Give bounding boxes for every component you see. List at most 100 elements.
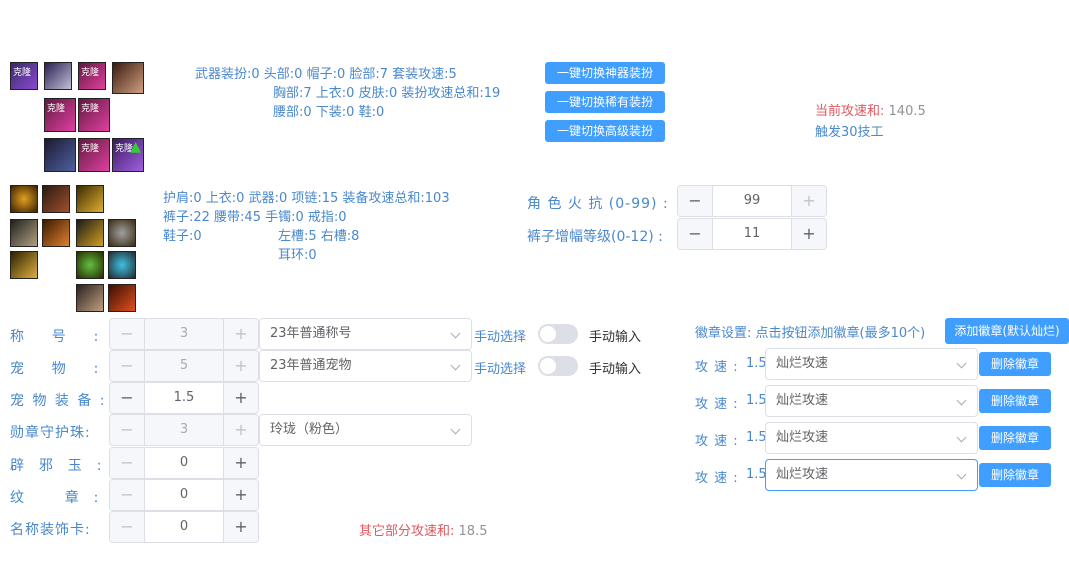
pet-equip-decrease-button[interactable]: − xyxy=(110,383,145,413)
costume-top-icon[interactable]: 克隆 xyxy=(78,98,110,132)
emblem-type-select-value: 灿烂攻速 xyxy=(776,393,829,408)
costume-shoes-icon[interactable]: 克隆 ▲ xyxy=(112,138,144,172)
remove-emblem-button[interactable]: 删除徽章 xyxy=(979,426,1051,450)
emblem-type-select-value: 灿烂攻速 xyxy=(776,356,829,371)
costume-weapon-icon[interactable]: 克隆 xyxy=(10,62,38,90)
equip-bracelet-icon[interactable] xyxy=(76,219,104,247)
title-decrease-button: − xyxy=(110,319,145,349)
medal-gem-value: 3 xyxy=(179,422,189,437)
pet-select-value: 23年普通宠物 xyxy=(270,358,352,373)
pants-amplify-stepper[interactable]: − 11 + xyxy=(677,218,827,250)
jade-stepper[interactable]: − 0 + xyxy=(109,447,259,479)
equip-earring2-icon[interactable] xyxy=(108,284,136,312)
emblem-stepper[interactable]: − 0 + xyxy=(109,479,259,511)
medal-gem-increase-button: + xyxy=(223,415,258,445)
equip-belt-icon[interactable] xyxy=(42,219,70,247)
toggle-knob xyxy=(540,326,556,342)
current-attack-speed-value: 140.5 xyxy=(888,104,926,119)
pet-equip-stepper[interactable]: − 1.5 + xyxy=(109,382,259,414)
medal-gem-stepper: − 3 + xyxy=(109,414,259,446)
fire-resist-increase-button[interactable]: + xyxy=(791,186,826,216)
switch-advanced-costume-button[interactable]: 一键切换高级装扮 xyxy=(545,120,665,142)
emblem-value[interactable]: 0 xyxy=(144,480,224,510)
equip-top-icon[interactable] xyxy=(42,185,70,213)
equip-weapon-icon[interactable] xyxy=(76,185,104,213)
title-manual-select-label: 手动选择 xyxy=(474,330,527,345)
equip-ring-icon[interactable] xyxy=(108,219,136,247)
costume-hat-icon[interactable]: 克隆 xyxy=(78,62,106,90)
pet-manual-toggle[interactable] xyxy=(538,356,578,376)
chevron-down-icon xyxy=(450,328,461,339)
remove-emblem-button[interactable]: 删除徽章 xyxy=(979,352,1051,376)
pants-amplify-value[interactable]: 11 xyxy=(712,219,792,249)
costume-head-icon[interactable] xyxy=(44,62,72,90)
costume-chest-icon[interactable]: 克隆 xyxy=(44,98,76,132)
medal-gem-label: 勋章守护珠: xyxy=(10,425,91,441)
pants-amplify-increase-button[interactable]: + xyxy=(791,219,826,249)
equip-left-slot-icon[interactable] xyxy=(76,251,104,279)
equip-pants-icon[interactable] xyxy=(10,219,38,247)
costume-stats-line2: 胸部:7 上衣:0 皮肤:0 装扮攻速总和:19 xyxy=(273,86,501,101)
chevron-down-icon xyxy=(956,395,967,406)
title-manual-toggle[interactable] xyxy=(538,324,578,344)
emblem-settings-label: 徽章设置: 点击按钮添加徽章(最多10个) xyxy=(695,326,926,341)
emblem-decrease-button[interactable]: − xyxy=(110,480,145,510)
upgrade-arrow-icon: ▲ xyxy=(130,139,141,155)
other-attack-speed-value: 18.5 xyxy=(458,524,488,539)
pet-equip-increase-button[interactable]: + xyxy=(223,383,258,413)
current-attack-speed-label: 当前攻速和: xyxy=(815,104,885,119)
jade-value[interactable]: 0 xyxy=(144,448,224,478)
switch-artifact-costume-button[interactable]: 一键切换神器装扮 xyxy=(545,62,665,84)
equip-shoulder-icon[interactable] xyxy=(10,185,38,213)
emblem-type-select-value: 灿烂攻速 xyxy=(776,467,829,482)
remove-emblem-button[interactable]: 删除徽章 xyxy=(979,389,1051,413)
costume-face-icon[interactable] xyxy=(112,62,144,94)
emblem-type-select[interactable]: 灿烂攻速 xyxy=(765,385,978,417)
equip-right-slot-icon[interactable] xyxy=(108,251,136,279)
emblem-attack-speed-value: 1.5 xyxy=(746,467,767,482)
pet-label: 宠 物 : xyxy=(10,361,101,377)
fire-resist-decrease-button[interactable]: − xyxy=(678,186,713,216)
medal-gem-select[interactable]: 玲珑（粉色） xyxy=(259,414,472,446)
pet-equip-label: 宠 物 装 备 : xyxy=(10,393,107,409)
chevron-down-icon xyxy=(450,360,461,371)
emblem-attack-speed-label: 攻 速 : xyxy=(695,397,739,412)
costume-waist-icon[interactable] xyxy=(44,138,76,172)
pet-equip-value[interactable]: 1.5 xyxy=(144,383,224,413)
name-card-decrease-button[interactable]: − xyxy=(110,512,145,542)
jade-increase-button[interactable]: + xyxy=(223,448,258,478)
title-value: 3 xyxy=(179,326,189,341)
emblem-label: 纹 章 : xyxy=(10,490,101,506)
emblem-attack-speed-label: 攻 速 : xyxy=(695,434,739,449)
fire-resist-stepper[interactable]: − 99 + xyxy=(677,185,827,217)
fire-resist-label: 角 色 火 抗 (0-99) : xyxy=(527,196,669,212)
medal-gem-decrease-button: − xyxy=(110,415,145,445)
chevron-down-icon xyxy=(956,432,967,443)
emblem-type-select[interactable]: 灿烂攻速 xyxy=(765,348,978,380)
equip-earring-icon[interactable] xyxy=(76,284,104,312)
equip-stats-line3a: 鞋子:0 xyxy=(163,229,202,244)
emblem-attack-speed-value: 1.5 xyxy=(746,430,767,445)
name-card-value[interactable]: 0 xyxy=(144,512,224,542)
current-attack-speed: 当前攻速和: 140.5 xyxy=(815,100,926,119)
name-card-increase-button[interactable]: + xyxy=(223,512,258,542)
jade-decrease-button[interactable]: − xyxy=(110,448,145,478)
emblem-increase-button[interactable]: + xyxy=(223,480,258,510)
switch-rare-costume-button[interactable]: 一键切换稀有装扮 xyxy=(545,91,665,113)
remove-emblem-button[interactable]: 删除徽章 xyxy=(979,463,1051,487)
emblem-type-select[interactable]: 灿烂攻速 xyxy=(765,422,978,454)
emblem-attack-speed-label: 攻 速 : xyxy=(695,471,739,486)
pants-amplify-decrease-button[interactable]: − xyxy=(678,219,713,249)
costume-pants-icon[interactable]: 克隆 xyxy=(78,138,110,172)
add-emblem-button[interactable]: 添加徽章(默认灿烂) xyxy=(945,318,1069,344)
title-select-value: 23年普通称号 xyxy=(270,326,352,341)
emblem-attack-speed-label: 攻 速 : xyxy=(695,360,739,375)
pet-select[interactable]: 23年普通宠物 xyxy=(259,350,472,382)
emblem-type-select[interactable]: 灿烂攻速 xyxy=(765,459,978,491)
trigger-text: 触发30技工 xyxy=(815,125,884,140)
fire-resist-value[interactable]: 99 xyxy=(712,186,792,216)
title-select[interactable]: 23年普通称号 xyxy=(259,318,472,350)
equip-shoes-icon[interactable] xyxy=(10,251,38,279)
equip-stats-line1: 护肩:0 上衣:0 武器:0 项链:15 装备攻速总和:103 xyxy=(163,191,450,206)
name-card-stepper[interactable]: − 0 + xyxy=(109,511,259,543)
